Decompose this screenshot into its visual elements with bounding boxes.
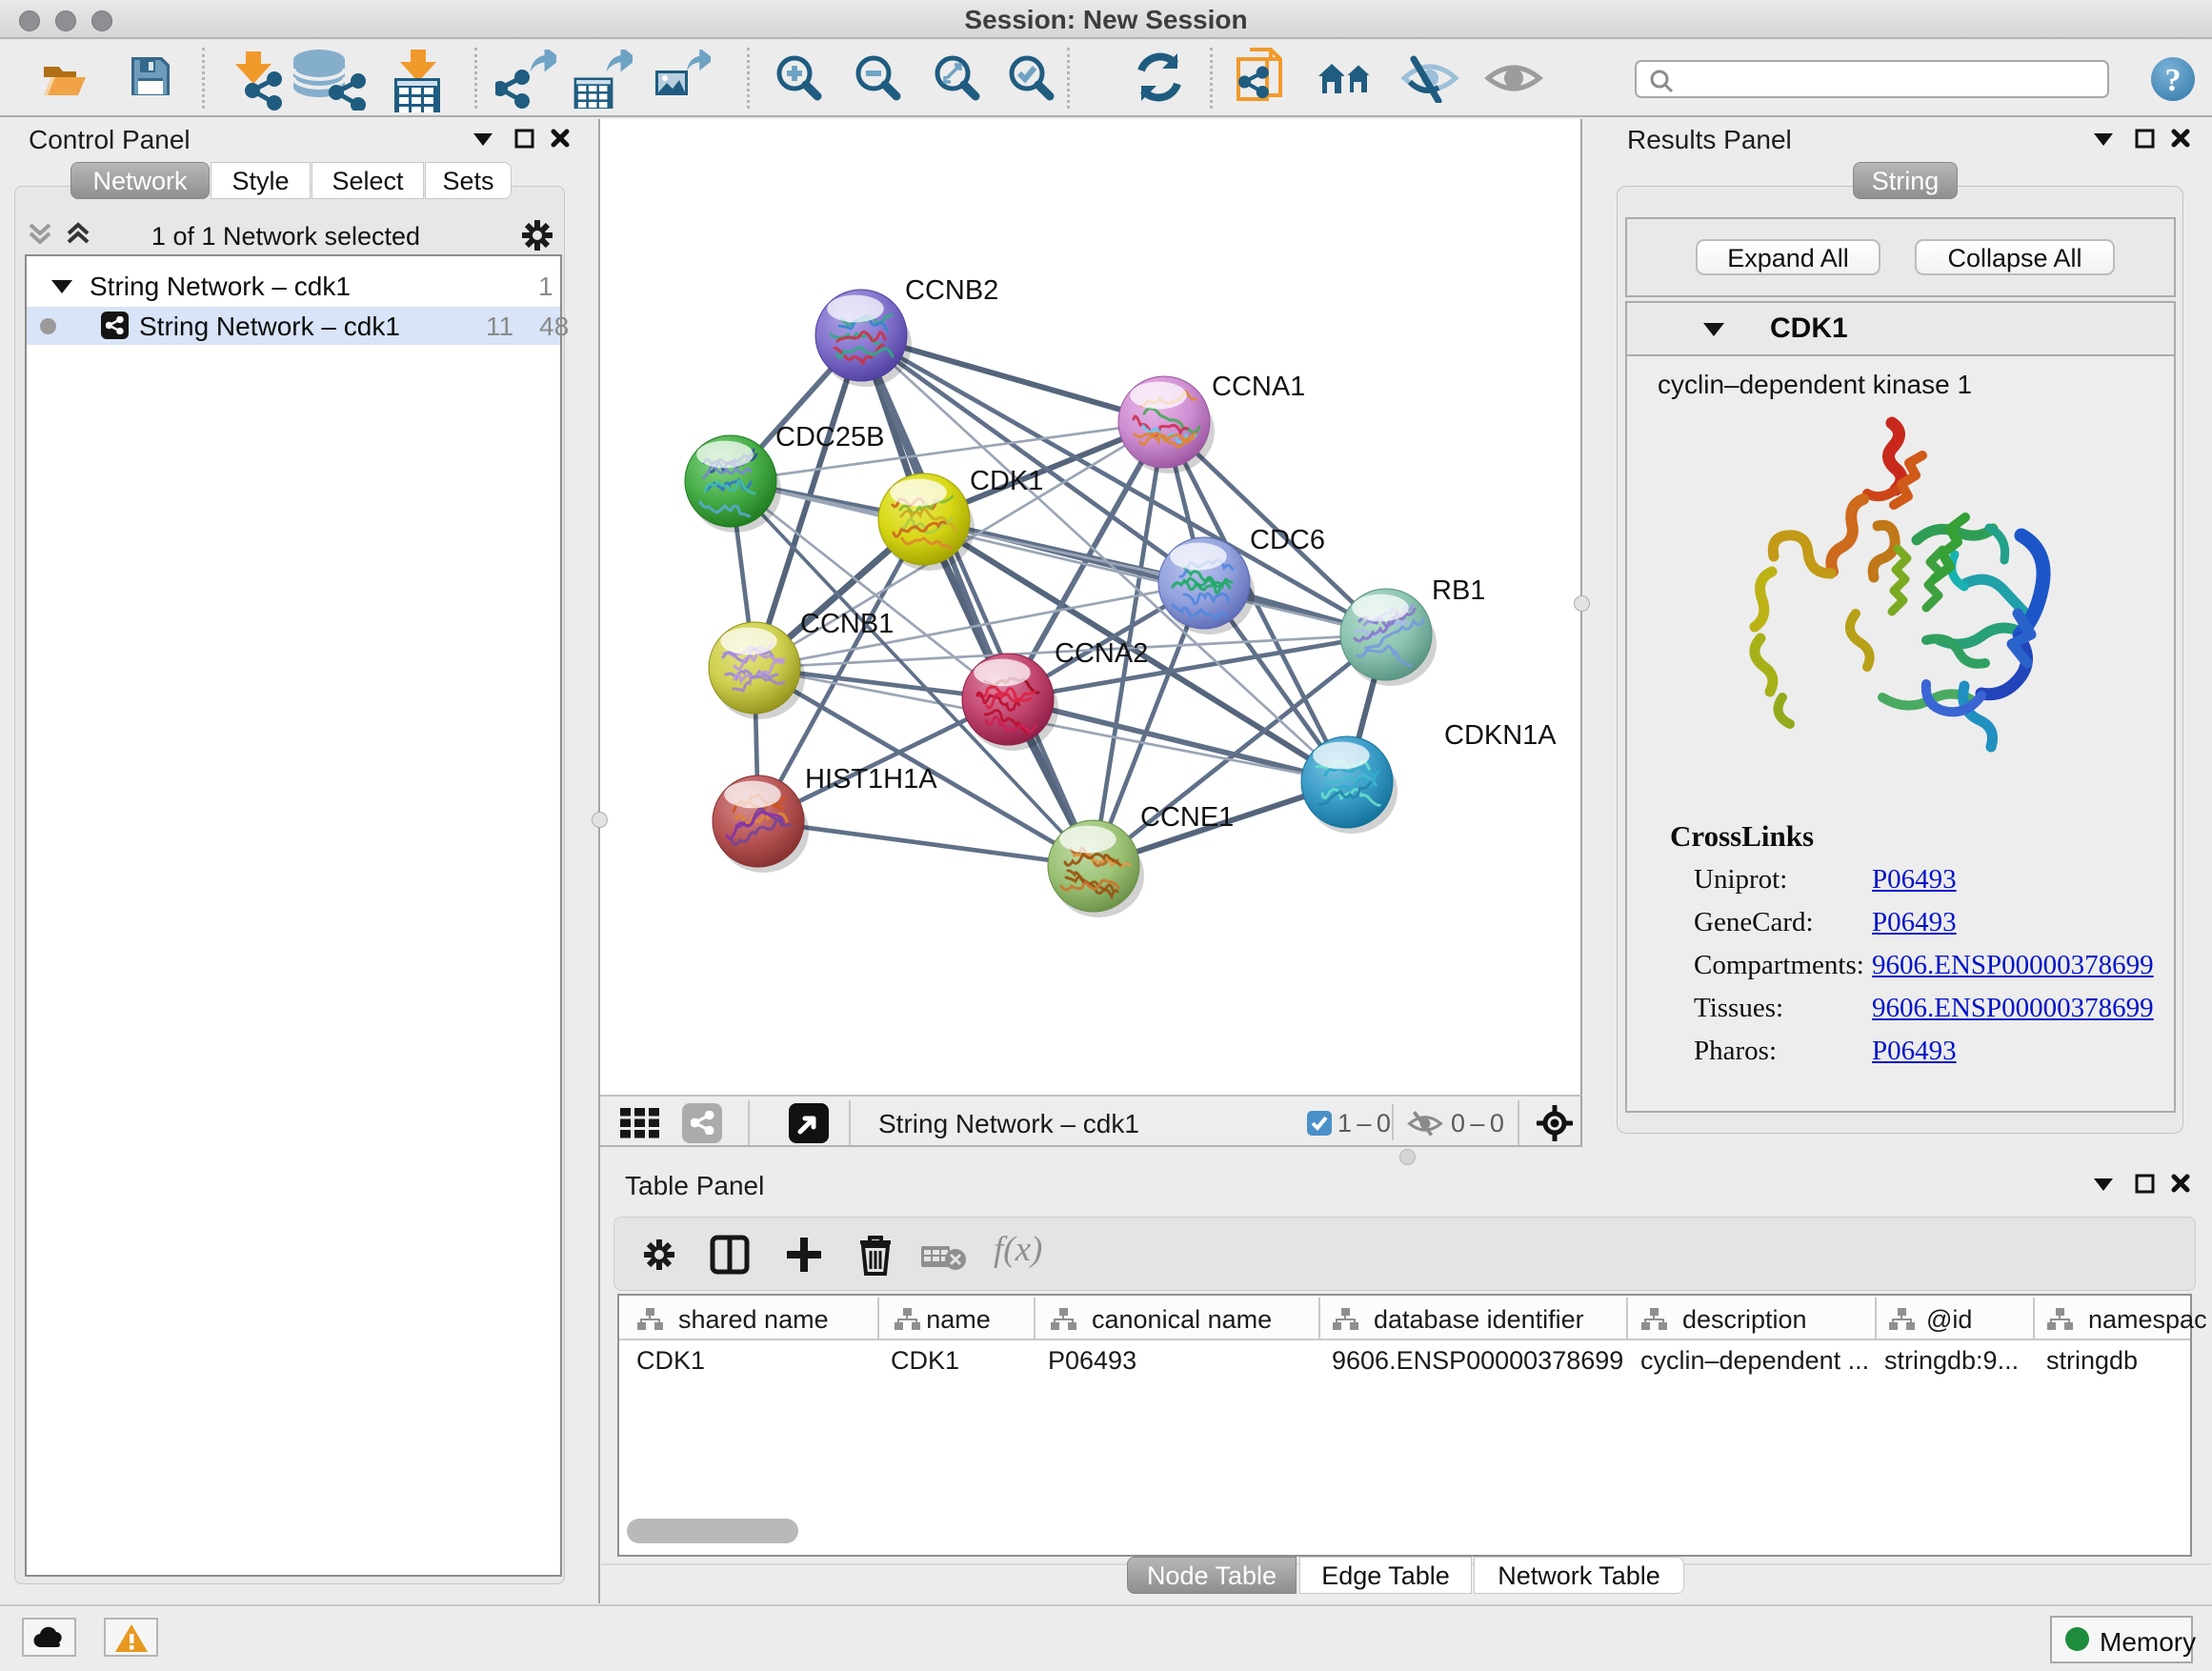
svg-text:CCNA2: CCNA2 [1055,638,1148,669]
svg-text:HIST1H1A: HIST1H1A [805,764,937,795]
svg-text:?: ? [2165,63,2182,98]
svg-text:CDC6: CDC6 [1250,525,1325,555]
svg-text:CCNB1: CCNB1 [800,609,894,639]
svg-text:CCNB2: CCNB2 [905,275,998,306]
svg-text:RB1: RB1 [1432,575,1485,606]
svg-text:CDC25B: CDC25B [775,422,884,453]
svg-text:CCNA1: CCNA1 [1212,372,1305,402]
svg-text:CCNE1: CCNE1 [1140,802,1234,833]
svg-text:CDKN1A: CDKN1A [1444,720,1557,751]
svg-text:CDK1: CDK1 [970,466,1043,496]
